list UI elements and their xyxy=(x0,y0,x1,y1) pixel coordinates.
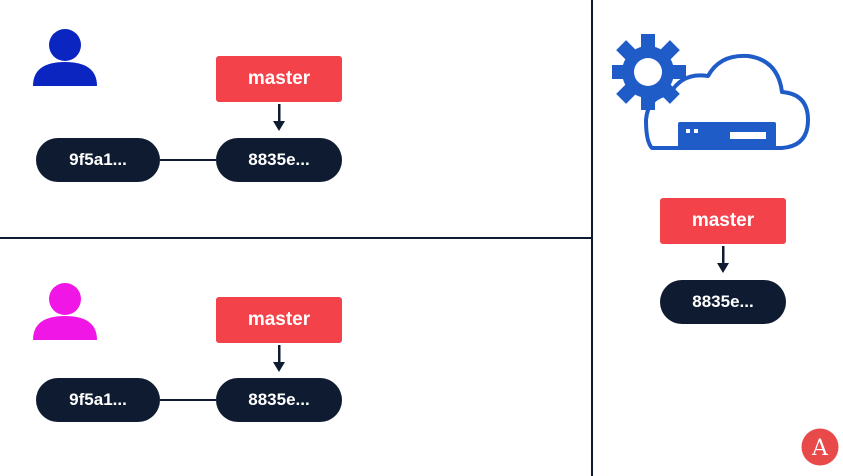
user-icon xyxy=(33,283,97,340)
remote-branch-label-master: master xyxy=(660,198,786,244)
a-logo-icon: A xyxy=(801,428,839,466)
arrow-down-icon xyxy=(273,104,285,131)
logo-letter: A xyxy=(811,436,829,461)
branch-label-master: master xyxy=(216,56,342,102)
commit-link xyxy=(160,159,216,161)
horizontal-divider xyxy=(0,237,593,239)
commit-node: 9f5a1... xyxy=(36,138,160,182)
user-icon xyxy=(33,29,97,86)
arrow-down-icon xyxy=(717,246,729,273)
cloud-server-gear-icon xyxy=(612,34,810,150)
arrow-down-icon xyxy=(273,345,285,372)
commit-node: 9f5a1... xyxy=(36,378,160,422)
commit-node: 8835e... xyxy=(216,378,342,422)
branch-label-master: master xyxy=(216,297,342,343)
remote-commit-node: 8835e... xyxy=(660,280,786,324)
commit-link xyxy=(160,399,216,401)
commit-node: 8835e... xyxy=(216,138,342,182)
